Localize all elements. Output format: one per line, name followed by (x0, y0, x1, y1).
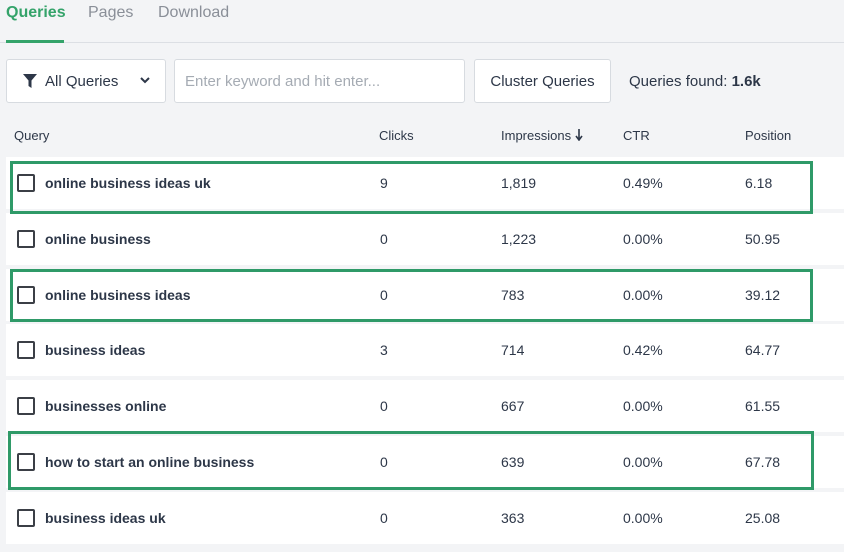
cell-clicks: 0 (380, 231, 388, 247)
cluster-queries-button[interactable]: Cluster Queries (474, 59, 611, 103)
active-tab-indicator (6, 40, 64, 43)
cell-clicks: 0 (380, 510, 388, 526)
cell-position: 50.95 (745, 231, 781, 247)
cell-ctr: 0.42% (623, 342, 663, 358)
table-row[interactable]: how to start an online business 0 639 0.… (6, 436, 844, 488)
queries-found-count: Queries found: 1.6k (629, 73, 761, 90)
query-filter-dropdown[interactable]: All Queries (6, 59, 166, 103)
row-checkbox[interactable] (17, 174, 35, 192)
queries-found-label: Queries found: (629, 73, 728, 90)
row-checkbox[interactable] (17, 453, 35, 471)
column-header-query[interactable]: Query (14, 128, 49, 143)
cell-query: online business ideas (45, 287, 191, 303)
tab-queries[interactable]: Queries (6, 4, 66, 22)
row-checkbox[interactable] (17, 341, 35, 359)
query-filter-label: All Queries (45, 72, 119, 90)
cell-position: 39.12 (745, 287, 781, 303)
filter-icon (23, 73, 37, 88)
cell-clicks: 9 (380, 175, 388, 191)
column-header-impressions[interactable]: Impressions (501, 128, 583, 143)
tab-bar: Queries Pages Download (0, 0, 844, 43)
cell-ctr: 0.00% (623, 510, 663, 526)
cell-query: business ideas (45, 342, 146, 358)
cell-position: 64.77 (745, 342, 781, 358)
cell-query: business ideas uk (45, 510, 166, 526)
column-header-position[interactable]: Position (745, 128, 791, 143)
table-row[interactable]: online business 0 1,223 0.00% 50.95 (6, 213, 844, 265)
cell-impressions: 1,819 (501, 175, 537, 191)
cell-impressions: 363 (501, 510, 525, 526)
cell-impressions: 783 (501, 287, 525, 303)
tab-pages[interactable]: Pages (88, 4, 133, 22)
cell-impressions: 714 (501, 342, 525, 358)
chevron-down-icon (140, 77, 150, 84)
cell-ctr: 0.00% (623, 231, 663, 247)
cell-query: how to start an online business (45, 454, 255, 470)
queries-found-value: 1.6k (731, 73, 761, 90)
cell-query: businesses online (45, 398, 167, 414)
cell-impressions: 667 (501, 398, 525, 414)
row-checkbox[interactable] (17, 509, 35, 527)
cell-position: 6.18 (745, 175, 773, 191)
cell-query: online business ideas uk (45, 175, 211, 191)
column-header-impressions-label: Impressions (501, 128, 572, 143)
row-checkbox[interactable] (17, 230, 35, 248)
table-row[interactable]: online business ideas 0 783 0.00% 39.12 (6, 269, 844, 321)
tab-download[interactable]: Download (158, 4, 229, 22)
cell-clicks: 0 (380, 454, 388, 470)
row-checkbox[interactable] (17, 286, 35, 304)
cell-position: 61.55 (745, 398, 781, 414)
cell-ctr: 0.00% (623, 398, 663, 414)
sort-descending-icon[interactable] (575, 129, 583, 141)
cell-ctr: 0.00% (623, 454, 663, 470)
table-header: Query Clicks Impressions CTR Position (0, 120, 844, 150)
cell-impressions: 1,223 (501, 231, 537, 247)
cell-clicks: 0 (380, 398, 388, 414)
cell-clicks: 0 (380, 287, 388, 303)
keyword-search-input[interactable] (174, 59, 465, 103)
cell-ctr: 0.49% (623, 175, 663, 191)
column-header-ctr[interactable]: CTR (623, 128, 650, 143)
cell-clicks: 3 (380, 342, 388, 358)
table-row[interactable]: businesses online 0 667 0.00% 61.55 (6, 380, 844, 432)
table-row[interactable]: online business ideas uk 9 1,819 0.49% 6… (6, 157, 844, 209)
row-checkbox[interactable] (17, 397, 35, 415)
cell-position: 67.78 (745, 454, 781, 470)
cell-impressions: 639 (501, 454, 525, 470)
table-row[interactable]: business ideas 3 714 0.42% 64.77 (6, 324, 844, 376)
toolbar: All Queries Cluster Queries Queries foun… (0, 59, 844, 104)
cell-query: online business (45, 231, 151, 247)
column-header-clicks[interactable]: Clicks (379, 128, 414, 143)
table-row[interactable]: business ideas uk 0 363 0.00% 25.08 (6, 492, 844, 544)
cell-position: 25.08 (745, 510, 781, 526)
cell-ctr: 0.00% (623, 287, 663, 303)
